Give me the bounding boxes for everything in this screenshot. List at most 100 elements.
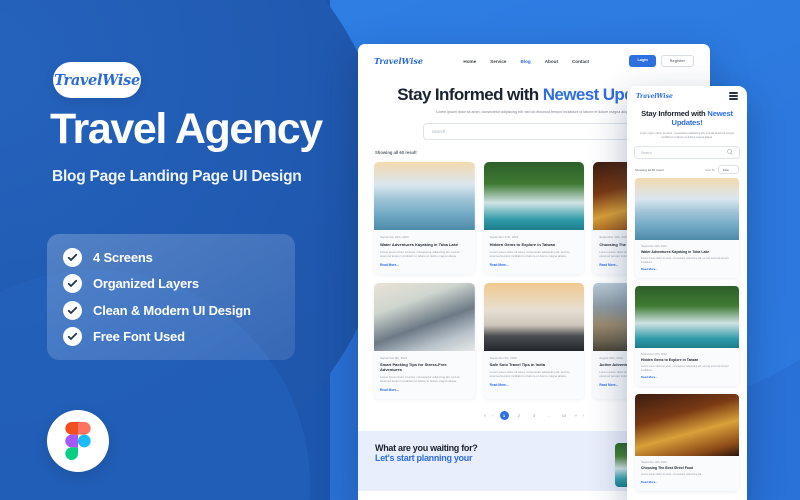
feature-item: Free Font Used bbox=[63, 326, 279, 346]
mobile-search-input[interactable]: Search bbox=[634, 146, 740, 160]
hamburger-menu-icon[interactable] bbox=[729, 92, 738, 100]
promo-panel: TravelWise Travel Agency Blog Page Landi… bbox=[0, 0, 350, 500]
mobile-hero-paragraph: Lorem ipsum dolor sit amet, consectetur … bbox=[639, 131, 735, 140]
mobile-hero: Stay Informed with Newest Updates! Lorem… bbox=[627, 106, 747, 140]
read-more-link[interactable]: Read More... bbox=[380, 388, 469, 392]
blog-card-excerpt: Lorem ipsum dolor sit amet, consectetur … bbox=[380, 375, 460, 384]
nav-item-contact[interactable]: Contact bbox=[572, 59, 589, 64]
mobile-sort-control: Sort by Date bbox=[705, 165, 739, 175]
page-subtitle: Blog Page Landing Page UI Design bbox=[52, 168, 302, 185]
search-placeholder: Search bbox=[432, 129, 446, 135]
mobile-blog-card-date: September 17th, 2023 bbox=[641, 353, 667, 357]
mobile-results-toolbar: Showing all 60 result Sort by Date bbox=[627, 159, 747, 178]
check-icon bbox=[63, 274, 82, 294]
blog-card-image bbox=[374, 282, 475, 351]
mobile-blog-card[interactable]: September 22th, 2023 Water Adventures Ka… bbox=[635, 178, 739, 279]
nav-item-blog[interactable]: Blog bbox=[521, 59, 531, 64]
pagination-prev-icon[interactable]: ‹ bbox=[492, 413, 493, 418]
feature-item: Organized Layers bbox=[63, 274, 279, 294]
blog-card-image bbox=[483, 282, 585, 351]
nav-item-about[interactable]: About bbox=[545, 59, 558, 64]
feature-label: Clean & Modern UI Design bbox=[93, 302, 251, 318]
mobile-search-placeholder: Search bbox=[641, 150, 652, 155]
check-icon bbox=[63, 248, 82, 267]
pagination-last-icon[interactable]: › bbox=[583, 413, 584, 418]
pagination-first-icon[interactable]: « bbox=[484, 413, 486, 418]
blog-card-image bbox=[374, 162, 475, 231]
feature-item: Clean & Modern UI Design bbox=[63, 300, 279, 320]
desktop-nav-menu: Home Service Blog About Contact bbox=[463, 59, 589, 64]
read-more-link[interactable]: Read More... bbox=[380, 263, 469, 267]
blog-card-title: Safe Solo Travel Tips in India bbox=[489, 362, 545, 368]
mobile-sort-label: Sort by bbox=[705, 167, 715, 172]
brand-logo-text: TravelWise bbox=[54, 71, 140, 89]
read-more-link[interactable]: Read More... bbox=[490, 263, 579, 267]
read-more-link[interactable]: Read More... bbox=[490, 383, 579, 387]
search-input[interactable]: Search bbox=[423, 123, 645, 141]
hero-heading-lead: Stay Informed with bbox=[397, 85, 543, 104]
check-icon bbox=[63, 300, 82, 320]
blog-card[interactable]: September 17th, 2023 Hidden Gems to Expl… bbox=[483, 162, 585, 274]
blog-card[interactable]: September 5th, 2023 Safe Solo Travel Tip… bbox=[483, 282, 585, 399]
mobile-logo[interactable]: TravelWise bbox=[636, 93, 673, 100]
blog-card-date: September 5th, 2023 bbox=[489, 355, 517, 360]
pagination-page-10[interactable]: 10 bbox=[560, 411, 569, 420]
blog-card-excerpt: Lorem ipsum dolor sit amet, consectetur … bbox=[489, 249, 570, 259]
mobile-blog-card-excerpt: Lorem ipsum dolor sit amet, consectetur … bbox=[641, 364, 729, 372]
mobile-read-more-link[interactable]: Read More... bbox=[641, 480, 733, 484]
cta-heading: What are you waiting for? Let's start pl… bbox=[375, 443, 478, 463]
mobile-blog-card-image bbox=[635, 394, 739, 457]
mobile-blog-card[interactable]: September 17th, 2023 Hidden Gems to Expl… bbox=[635, 286, 739, 387]
blog-card-image bbox=[483, 162, 585, 231]
check-icon bbox=[63, 326, 82, 346]
mobile-blog-card-image bbox=[635, 178, 739, 241]
mobile-read-more-link[interactable]: Read More... bbox=[641, 375, 733, 379]
feature-label: 4 Screens bbox=[93, 250, 153, 265]
blog-card-title: Hidden Gems to Explore in Taiwan bbox=[489, 241, 556, 247]
pagination-page-1[interactable]: 1 bbox=[499, 410, 509, 420]
blog-card-excerpt: Lorem ipsum dolor sit amet, consectetur … bbox=[489, 370, 570, 379]
mobile-sort-select[interactable]: Date bbox=[717, 165, 739, 175]
blog-card[interactable]: September 22th, 2023 Water Adventures Ka… bbox=[374, 162, 475, 274]
blog-card-title: Smart Packing Tips for Stress-Free Adven… bbox=[380, 362, 447, 373]
mobile-blog-card-date: September 22th, 2023 bbox=[641, 245, 667, 249]
blog-card-date: September 17th, 2023 bbox=[489, 235, 519, 240]
pagination-page-3[interactable]: 3 bbox=[530, 411, 539, 420]
figma-logo-icon bbox=[65, 422, 91, 460]
mobile-hero-heading-lead: Stay Informed with bbox=[641, 109, 708, 118]
mobile-blog-card-date: September 12th, 2023 bbox=[641, 461, 667, 465]
pagination-page-2[interactable]: 2 bbox=[515, 411, 524, 420]
blog-card[interactable]: September 8th, 2023 Smart Packing Tips f… bbox=[374, 282, 475, 399]
nav-item-service[interactable]: Service bbox=[490, 59, 506, 64]
blog-card-title: Water Adventures Kayaking in Toba Lake bbox=[380, 241, 459, 247]
magnifier-icon[interactable] bbox=[727, 149, 733, 156]
mobile-navbar: TravelWise bbox=[627, 86, 747, 106]
mobile-blog-card[interactable]: September 12th, 2023 Choosing The Best S… bbox=[635, 394, 739, 491]
feature-label: Free Font Used bbox=[93, 328, 185, 344]
cta-heading-accent: Let's start planning your bbox=[375, 452, 473, 463]
blog-card-date: September 8th, 2023 bbox=[380, 355, 407, 360]
login-button[interactable]: Login bbox=[629, 55, 656, 67]
figma-badge bbox=[47, 410, 109, 472]
results-count: Showing all 60 result bbox=[375, 149, 417, 155]
mobile-mockup: TravelWise Stay Informed with Newest Upd… bbox=[627, 86, 747, 500]
pagination-ellipsis: ... bbox=[547, 412, 551, 418]
feature-item: 4 Screens bbox=[63, 248, 279, 267]
nav-item-home[interactable]: Home bbox=[463, 59, 476, 64]
mobile-blog-card-excerpt: Lorem ipsum dolor sit amet, consectetur … bbox=[641, 472, 702, 476]
mobile-blog-card-title: Hidden Gems to Explore in Taiwan bbox=[641, 358, 699, 363]
mobile-results-count: Showing all 60 result bbox=[635, 167, 664, 172]
cta-heading-lead: What are you waiting for? bbox=[375, 442, 478, 453]
mobile-read-more-link[interactable]: Read More... bbox=[641, 267, 733, 271]
mobile-blog-card-excerpt: Lorem ipsum dolor sit amet, consectetur … bbox=[641, 256, 729, 264]
mobile-blog-card-image bbox=[635, 286, 739, 349]
register-button[interactable]: Register bbox=[660, 55, 694, 67]
mobile-blog-card-title: Water Adventures Kayaking in Toba Lake bbox=[641, 250, 710, 255]
page-title: Travel Agency bbox=[50, 105, 323, 153]
mobile-blog-card-title: Choosing The Best Street Food bbox=[641, 466, 694, 471]
mobile-hero-heading: Stay Informed with Newest Updates! bbox=[636, 109, 738, 128]
brand-logo-pill: TravelWise bbox=[53, 62, 141, 98]
blog-card-excerpt: Lorem ipsum dolor sit amet, consectetur … bbox=[380, 249, 460, 259]
pagination-next-icon[interactable]: » bbox=[575, 413, 577, 418]
desktop-logo[interactable]: TravelWise bbox=[374, 56, 423, 66]
